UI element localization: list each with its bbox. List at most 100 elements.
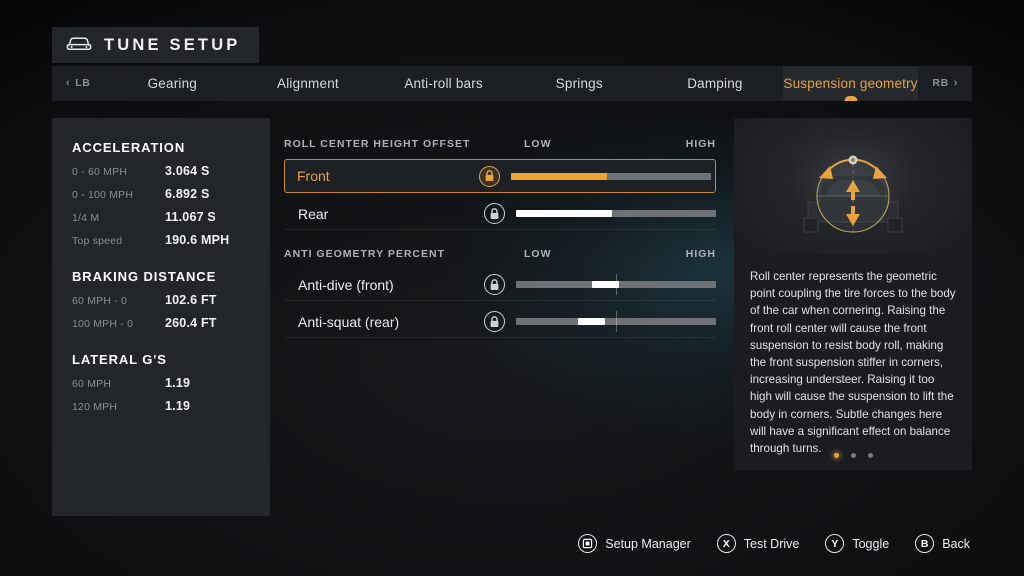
slider-track[interactable] [516, 210, 716, 217]
setting-control [479, 160, 711, 192]
slider-center-tick [616, 311, 617, 332]
stat-label: 100 MPH - 0 [72, 318, 134, 330]
x-button-icon: X [716, 534, 736, 553]
tab-alignment[interactable]: Alignment [240, 66, 376, 100]
tab-label: Gearing [147, 75, 198, 91]
setting-label: Anti-dive (front) [298, 276, 394, 293]
setting-control [484, 306, 716, 337]
stat-row: 60 MPH - 0 102.6 FT [72, 293, 250, 307]
game-screen: TUNE SETUP ‹ LB Gearing Alignment Anti-r… [0, 0, 1024, 576]
setting-row-anti-squat[interactable]: Anti-squat (rear) [284, 306, 716, 338]
setting-label: Anti-squat (rear) [298, 313, 400, 330]
menu-button-icon [578, 534, 598, 553]
scale-high-label: HIGH [685, 138, 716, 150]
prompt-label: Test Drive [743, 536, 800, 551]
stat-label: 60 MPH [72, 378, 112, 390]
settings-column: ROLL CENTER HEIGHT OFFSET LOW HIGH Front [284, 134, 716, 338]
slider-fill [511, 172, 607, 180]
prev-bumper-label: LB [75, 77, 91, 89]
setting-label: Front [297, 168, 330, 184]
scale-labels: LOW HIGH [524, 248, 716, 260]
stat-group-acceleration: ACCELERATION 0 - 60 MPH 3.064 S 0 - 100 … [52, 118, 270, 247]
stat-row: 0 - 100 MPH 6.892 S [72, 187, 250, 201]
prompt-test-drive[interactable]: X Test Drive [716, 534, 800, 553]
setting-control [484, 198, 716, 229]
stat-label: 0 - 100 MPH [72, 189, 134, 201]
lock-icon[interactable] [484, 274, 505, 295]
stat-group-title: BRAKING DISTANCE [72, 269, 217, 284]
stat-value: 102.6 FT [165, 293, 217, 307]
slider-knob [578, 318, 605, 325]
tab-suspension-geometry[interactable]: Suspension geometry [782, 66, 919, 101]
y-button-icon: Y [825, 534, 845, 553]
tab-gearing[interactable]: Gearing [104, 66, 240, 100]
stat-value: 11.067 S [165, 210, 216, 224]
stat-group-braking-distance: BRAKING DISTANCE 60 MPH - 0 102.6 FT 100… [52, 247, 270, 330]
stat-row: 1/4 M 11.067 S [72, 210, 250, 224]
setting-row-anti-dive[interactable]: Anti-dive (front) [284, 269, 716, 301]
lock-icon[interactable] [479, 165, 500, 187]
slider-track[interactable] [516, 311, 716, 332]
chevron-right-icon: › [953, 77, 959, 89]
stat-value: 3.064 S [165, 164, 210, 178]
tab-label: Damping [687, 75, 743, 91]
stat-group-lateral-gs: LATERAL G'S 60 MPH 1.19 120 MPH 1.19 [52, 330, 270, 413]
stat-value: 6.892 S [165, 187, 210, 201]
scale-low-label: LOW [524, 248, 552, 260]
setting-row-front[interactable]: Front [284, 159, 716, 193]
slider-track[interactable] [511, 172, 711, 180]
tab-label: Suspension geometry [783, 75, 918, 91]
pagination-dot[interactable] [833, 453, 839, 458]
section-header-anti-geometry: ANTI GEOMETRY PERCENT LOW HIGH [284, 244, 716, 264]
active-tab-indicator [844, 96, 858, 101]
next-tab-bumper[interactable]: RB › [918, 66, 972, 100]
stat-label: 120 MPH [72, 401, 118, 413]
scale-low-label: LOW [524, 138, 552, 150]
setting-row-rear[interactable]: Rear [284, 198, 716, 230]
slider-fill [516, 210, 612, 217]
scale-labels: LOW HIGH [524, 138, 716, 150]
scale-high-label: HIGH [685, 248, 716, 260]
pagination-dots [734, 453, 972, 458]
stat-group-title: LATERAL G'S [72, 352, 167, 367]
setting-label: Rear [298, 205, 329, 222]
chevron-left-icon: ‹ [66, 77, 71, 89]
prompt-label: Toggle [852, 536, 890, 551]
page-title-bar: TUNE SETUP [52, 27, 259, 63]
tab-springs[interactable]: Springs [511, 66, 647, 100]
slider-track[interactable] [516, 274, 716, 295]
prompt-back[interactable]: B Back [915, 534, 970, 553]
pagination-dot[interactable] [867, 453, 873, 458]
lock-icon[interactable] [484, 311, 505, 332]
tab-damping[interactable]: Damping [647, 66, 783, 100]
tab-label: Alignment [277, 75, 339, 91]
prompt-toggle[interactable]: Y Toggle [825, 534, 889, 553]
prompt-label: Back [942, 536, 970, 551]
stat-row: 60 MPH 1.19 [72, 376, 250, 390]
tab-anti-roll-bars[interactable]: Anti-roll bars [376, 66, 512, 100]
performance-stats-panel: ACCELERATION 0 - 60 MPH 3.064 S 0 - 100 … [52, 118, 270, 516]
tab-label: Springs [555, 75, 603, 91]
info-panel: Roll center represents the geometric poi… [734, 118, 972, 470]
stat-label: Top speed [72, 235, 123, 247]
prompt-label: Setup Manager [605, 536, 691, 551]
car-icon [66, 35, 92, 56]
stat-row: Top speed 190.6 MPH [72, 233, 250, 247]
stat-row: 100 MPH - 0 260.4 FT [72, 316, 250, 330]
stat-group-title: ACCELERATION [72, 140, 186, 155]
roll-center-diagram [734, 118, 972, 254]
section-title: ROLL CENTER HEIGHT OFFSET [284, 138, 471, 150]
slider-knob [592, 281, 619, 288]
prompt-setup-manager[interactable]: Setup Manager [578, 534, 691, 553]
pagination-dot[interactable] [850, 453, 856, 458]
stat-label: 60 MPH - 0 [72, 295, 128, 307]
lock-icon[interactable] [484, 203, 505, 224]
tab-bar: ‹ LB Gearing Alignment Anti-roll bars Sp… [52, 66, 972, 101]
info-description: Roll center represents the geometric poi… [750, 270, 956, 456]
button-prompt-bar: Setup Manager X Test Drive Y Toggle B Ba… [578, 534, 970, 553]
page-title: TUNE SETUP [104, 35, 241, 54]
prev-tab-bumper[interactable]: ‹ LB [52, 66, 104, 100]
stat-label: 0 - 60 MPH [72, 166, 128, 178]
tab-label: Anti-roll bars [404, 75, 483, 91]
